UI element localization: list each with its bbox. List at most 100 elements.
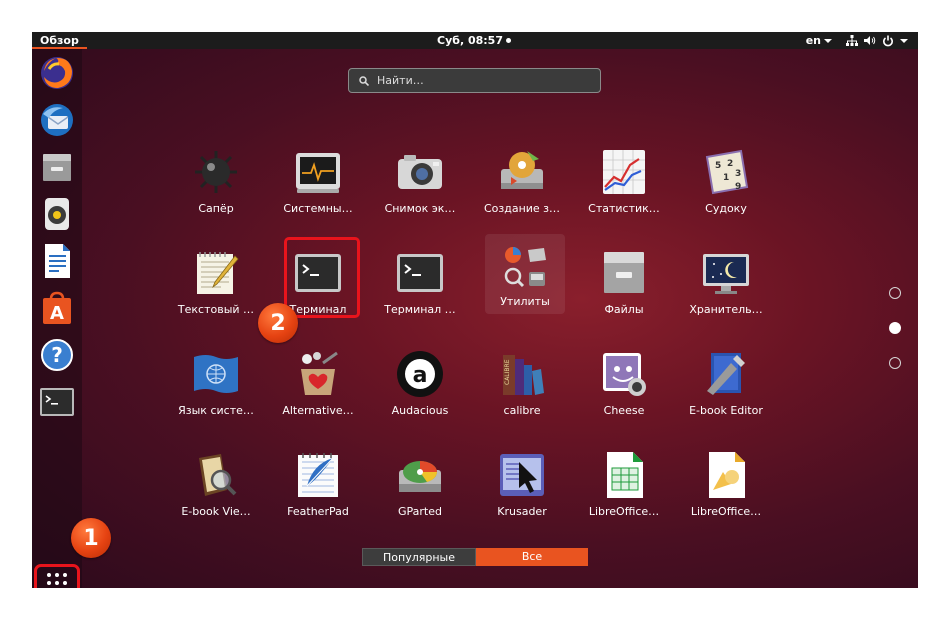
app-tile-libreoffice-calc[interactable]: LibreOffice… (573, 442, 675, 536)
page-dot-3[interactable] (889, 357, 901, 369)
screensaver-icon (703, 254, 749, 294)
app-label: Язык систе… (178, 404, 254, 417)
app-tile-terminal-2[interactable]: Терминал … (369, 240, 471, 334)
dock-item-help[interactable]: ? (39, 337, 75, 373)
app-tile-system-monitor[interactable]: Системны… (267, 139, 369, 233)
app-tile-text-editor[interactable]: Текстовый … (165, 240, 267, 334)
app-tile-power-statistics[interactable]: Статистик… (573, 139, 675, 233)
tab-all[interactable]: Все (476, 548, 588, 566)
app-tile-screensaver[interactable]: Хранитель… (675, 240, 777, 334)
app-label: LibreOffice… (588, 505, 660, 518)
app-label: Статистик… (588, 202, 660, 215)
rhythmbox-icon (45, 198, 69, 230)
app-tile-cheese[interactable]: Cheese (573, 341, 675, 435)
thunderbird-icon (41, 104, 73, 136)
app-label: Терминал … (384, 303, 456, 316)
chevron-down-icon (900, 38, 908, 43)
ebook-editor-icon (707, 353, 745, 395)
notification-dot (505, 38, 511, 43)
app-tile-alternative[interactable]: Alternative… (267, 341, 369, 435)
app-label: Cheese (603, 404, 645, 417)
app-tile-utilities-folder[interactable]: Утилиты (485, 234, 565, 314)
app-label: Снимок эк… (384, 202, 456, 215)
app-tile-krusader[interactable]: Krusader (471, 442, 573, 536)
show-applications-button[interactable] (34, 564, 80, 588)
dock-item-software[interactable]: A (39, 290, 75, 326)
gparted-icon (399, 461, 441, 492)
tab-frequent[interactable]: Популярные (362, 548, 476, 566)
dock-item-firefox[interactable] (39, 55, 75, 91)
app-tile-audacious[interactable]: a Audacious (369, 341, 471, 435)
app-label: Audacious (391, 404, 449, 417)
files-icon (43, 154, 71, 181)
status-menu[interactable] (846, 35, 908, 47)
terminal-icon (40, 388, 74, 416)
ebook-viewer-icon (199, 454, 237, 496)
files-icon (604, 252, 644, 293)
app-tile-gparted[interactable]: GParted (369, 442, 471, 536)
app-tile-libreoffice-draw[interactable]: LibreOffice… (675, 442, 777, 536)
cheese-icon (603, 353, 646, 396)
dock-item-thunderbird[interactable] (39, 102, 75, 138)
terminal-icon (397, 254, 443, 292)
minesweeper-icon (195, 151, 237, 193)
app-tile-calibre[interactable]: CALIBRE calibre (471, 341, 573, 435)
firefox-icon (41, 57, 73, 89)
app-label: Утилиты (500, 295, 550, 308)
app-tile-ebook-viewer[interactable]: E-book Vie… (165, 442, 267, 536)
app-tile-screenshot[interactable]: Снимок эк… (369, 139, 471, 233)
app-label: E-book Editor (689, 404, 763, 417)
app-tile-startup-disk[interactable]: Создание з… (471, 139, 573, 233)
dock-item-rhythmbox[interactable] (39, 196, 75, 232)
apps-grid-icon (47, 573, 67, 588)
app-tile-minesweeper[interactable]: Сапёр (165, 139, 267, 233)
app-label: Krusader (497, 505, 547, 518)
top-bar: Обзор Суб, 08:57 en (32, 32, 918, 49)
screenshot-icon (398, 155, 442, 189)
app-tile-language-support[interactable]: Язык систе… (165, 341, 267, 435)
activities-button[interactable]: Обзор (32, 32, 87, 49)
annotation-badge-1: 1 (71, 518, 111, 558)
dock-item-files[interactable] (39, 149, 75, 185)
app-label: Сапёр (198, 202, 234, 215)
app-label: GParted (398, 505, 442, 518)
app-tile-sudoku[interactable]: 52319 Судоку (675, 139, 777, 233)
svg-text:5: 5 (715, 161, 721, 171)
libreoffice-draw-icon (709, 452, 745, 498)
utilities-folder-icon (504, 247, 546, 288)
app-label: calibre (503, 404, 541, 417)
app-label: Текстовый … (177, 303, 255, 316)
app-label: Системны… (283, 202, 353, 215)
writer-icon (45, 244, 70, 278)
app-label: Судоку (705, 202, 747, 215)
language-menu[interactable]: en (806, 34, 832, 47)
featherpad-icon (298, 453, 338, 497)
app-label: LibreOffice… (690, 505, 762, 518)
page-dot-2[interactable] (889, 322, 901, 334)
search-icon (359, 75, 369, 86)
svg-text:?: ? (51, 343, 63, 367)
alternative-icon (301, 351, 338, 395)
dock-item-writer[interactable] (39, 243, 75, 279)
help-icon: ? (41, 339, 73, 371)
app-tile-ebook-editor[interactable]: E-book Editor (675, 341, 777, 435)
annotation-badge-2: 2 (258, 303, 298, 343)
clock[interactable]: Суб, 08:57 (437, 32, 511, 49)
app-label: Alternative… (282, 404, 354, 417)
search-input[interactable]: Найти… (348, 68, 601, 93)
app-tile-files[interactable]: Файлы (573, 240, 675, 334)
language-label: en (805, 34, 821, 47)
clock-label: Суб, 08:57 (437, 34, 503, 47)
dock-item-terminal[interactable] (39, 384, 75, 420)
app-tile-featherpad[interactable]: FeatherPad (267, 442, 369, 536)
power-icon (883, 35, 893, 46)
dock: A ? (32, 49, 82, 588)
app-label: Создание з… (483, 202, 561, 215)
chevron-down-icon (824, 38, 832, 43)
software-center-icon: A (43, 291, 71, 324)
sudoku-icon: 5 2319 (705, 149, 749, 195)
page-dot-1[interactable] (889, 287, 901, 299)
libreoffice-calc-icon (607, 452, 643, 498)
text-editor-icon (197, 252, 239, 294)
volume-icon (864, 36, 876, 45)
